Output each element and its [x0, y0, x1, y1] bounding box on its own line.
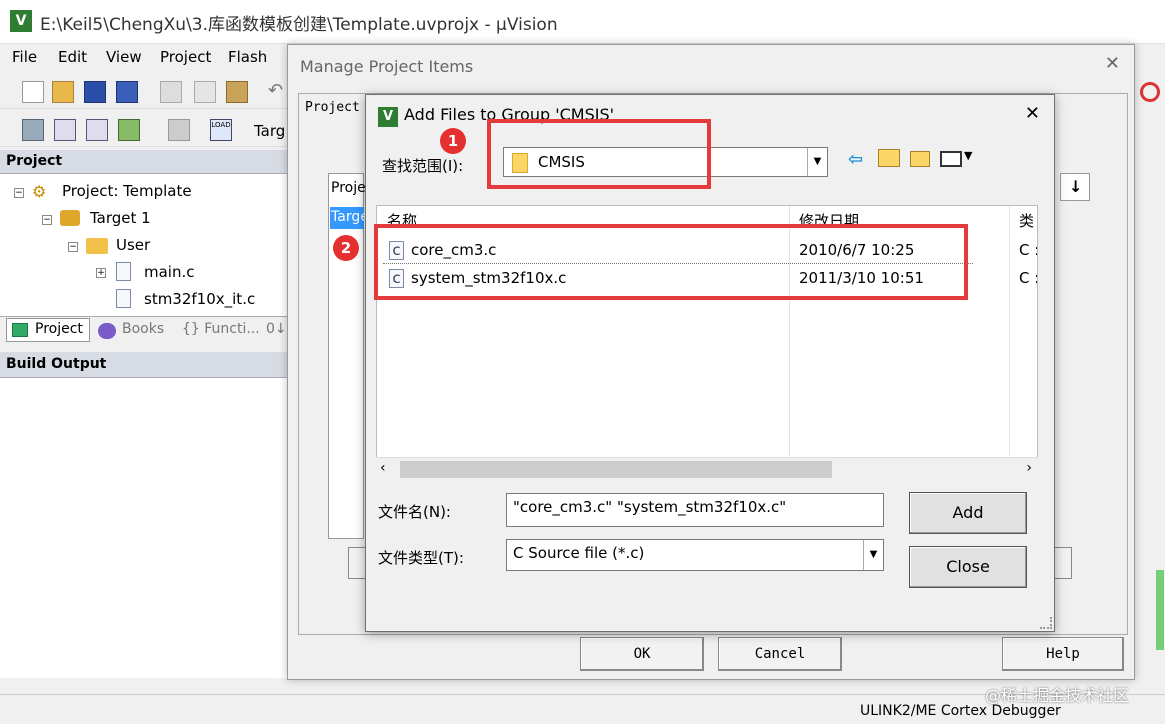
annotation-badge-1: 1: [440, 128, 466, 154]
tab-project-items[interactable]: Project: [305, 100, 360, 115]
tab-templates[interactable]: 0↓: [266, 321, 287, 337]
cut-icon[interactable]: [160, 81, 182, 103]
new-file-icon[interactable]: [22, 81, 44, 103]
filename-label: 文件名(N):: [378, 503, 451, 521]
chevron-down-icon[interactable]: ▼: [964, 149, 972, 162]
build-icon[interactable]: [54, 119, 76, 141]
window-titlebar: V E:\Keil5\ChengXu\3.库函数模板创建\Template.uv…: [0, 0, 1165, 44]
add-button[interactable]: Add: [909, 492, 1027, 534]
targets-list-item[interactable]: Targe: [330, 207, 364, 229]
project-panel-title: Project: [6, 153, 63, 169]
filename-input[interactable]: "core_cm3.c" "system_stm32f10x.c": [506, 493, 884, 527]
tree-item-target[interactable]: Target 1: [90, 209, 151, 227]
file-type: C :: [1019, 269, 1038, 287]
settings-icon[interactable]: [1140, 82, 1160, 102]
project-icon: ⚙: [32, 182, 47, 201]
view-menu-icon[interactable]: [940, 151, 962, 167]
resize-grip-icon[interactable]: [1040, 617, 1052, 629]
files-list-header-right: ↓: [1060, 173, 1090, 201]
project-targets-list: Proje Targe: [328, 173, 366, 539]
rebuild-icon[interactable]: [86, 119, 108, 141]
sort-chevron-icon: ^: [577, 205, 589, 216]
filetype-value: C Source file (*.c): [513, 544, 645, 562]
copy-icon[interactable]: [194, 81, 216, 103]
close-button[interactable]: Close: [909, 546, 1027, 588]
highlight-box-files: [374, 224, 968, 300]
build-output-header: Build Output: [0, 352, 290, 378]
build-output-pane: [0, 378, 290, 678]
chevron-down-icon[interactable]: ▼: [807, 148, 827, 176]
target-select-label[interactable]: Targ: [254, 122, 285, 140]
watermark-text: @稀土掘金技术社区: [985, 686, 1130, 705]
cancel-button[interactable]: Cancel: [718, 637, 842, 671]
tree-item-main-c[interactable]: main.c: [144, 263, 195, 281]
close-icon[interactable]: ✕: [1105, 53, 1120, 74]
column-type[interactable]: 类: [1019, 210, 1034, 231]
scroll-right-icon[interactable]: ›: [1026, 460, 1032, 476]
look-in-label: 查找范围(I):: [382, 157, 464, 175]
uvision-logo-icon: V: [378, 107, 398, 127]
download-icon[interactable]: LOAD: [210, 119, 232, 141]
project-panel-header: Project: [0, 150, 290, 174]
file-icon: [116, 289, 131, 308]
tab-books[interactable]: Books: [122, 321, 164, 337]
chevron-down-icon[interactable]: ▼: [863, 540, 883, 570]
collapse-icon[interactable]: −: [42, 215, 52, 225]
scroll-left-icon[interactable]: ‹: [380, 460, 386, 476]
undo-icon[interactable]: ↶: [268, 81, 284, 103]
tree-item-user[interactable]: User: [116, 236, 150, 254]
menu-project[interactable]: Project: [160, 48, 211, 66]
stop-build-icon[interactable]: [168, 119, 190, 141]
back-arrow-icon[interactable]: ⇦: [848, 149, 863, 170]
help-button[interactable]: Help: [1002, 637, 1124, 671]
scrollbar-indicator: [1156, 570, 1164, 650]
file-type: C :: [1019, 241, 1038, 259]
menu-edit[interactable]: Edit: [58, 48, 87, 66]
translate-icon[interactable]: [22, 119, 44, 141]
manage-bg-button[interactable]: [1054, 547, 1072, 579]
menu-file[interactable]: File: [12, 48, 37, 66]
column-divider: [1009, 206, 1010, 456]
targets-list-header: Proje: [331, 180, 366, 196]
annotation-badge-2: 2: [333, 235, 359, 261]
save-all-icon[interactable]: [116, 81, 138, 103]
file-icon: [116, 262, 131, 281]
ok-button[interactable]: OK: [580, 637, 704, 671]
project-panel-tabs: Project Books {} Functi... 0↓: [0, 316, 290, 344]
project-tab-icon: [12, 323, 28, 337]
folder-icon: [86, 238, 108, 254]
tab-functions[interactable]: {} Functi...: [182, 321, 260, 337]
collapse-icon[interactable]: −: [14, 188, 24, 198]
batch-build-icon[interactable]: [118, 119, 140, 141]
tree-item-project[interactable]: Project: Template: [62, 182, 192, 200]
new-folder-icon[interactable]: [910, 151, 930, 167]
open-folder-icon[interactable]: [52, 81, 74, 103]
project-tree: − ⚙ Project: Template − Target 1 − User …: [0, 174, 290, 316]
close-icon[interactable]: ✕: [1025, 103, 1040, 124]
collapse-icon[interactable]: −: [68, 242, 78, 252]
menu-flash[interactable]: Flash: [228, 48, 267, 66]
tree-item-it-c[interactable]: stm32f10x_it.c: [144, 290, 255, 308]
manage-dialog-title: Manage Project Items: [300, 57, 474, 76]
books-icon: [98, 323, 116, 339]
menu-view[interactable]: View: [106, 48, 142, 66]
toolbar-file: ↶: [0, 74, 290, 109]
horizontal-scrollbar[interactable]: ‹ ›: [376, 457, 1038, 481]
right-toolbar-area: [1134, 74, 1165, 694]
highlight-box-lookin: [487, 119, 711, 189]
uvision-logo-icon: V: [10, 10, 32, 32]
expand-icon[interactable]: +: [96, 268, 106, 278]
filetype-label: 文件类型(T):: [378, 549, 464, 567]
save-icon[interactable]: [84, 81, 106, 103]
paste-icon[interactable]: [226, 81, 248, 103]
target-icon: [60, 210, 80, 226]
filetype-select[interactable]: C Source file (*.c) ▼: [506, 539, 884, 571]
toolbar-build: LOAD Targ: [0, 112, 290, 147]
scrollbar-thumb[interactable]: [400, 461, 832, 478]
build-output-title: Build Output: [6, 356, 107, 372]
tab-project-label: Project: [35, 321, 83, 337]
window-title: E:\Keil5\ChengXu\3.库函数模板创建\Template.uvpr…: [40, 15, 558, 35]
up-folder-icon[interactable]: [878, 149, 900, 167]
arrow-down-icon[interactable]: ↓: [1069, 177, 1082, 196]
